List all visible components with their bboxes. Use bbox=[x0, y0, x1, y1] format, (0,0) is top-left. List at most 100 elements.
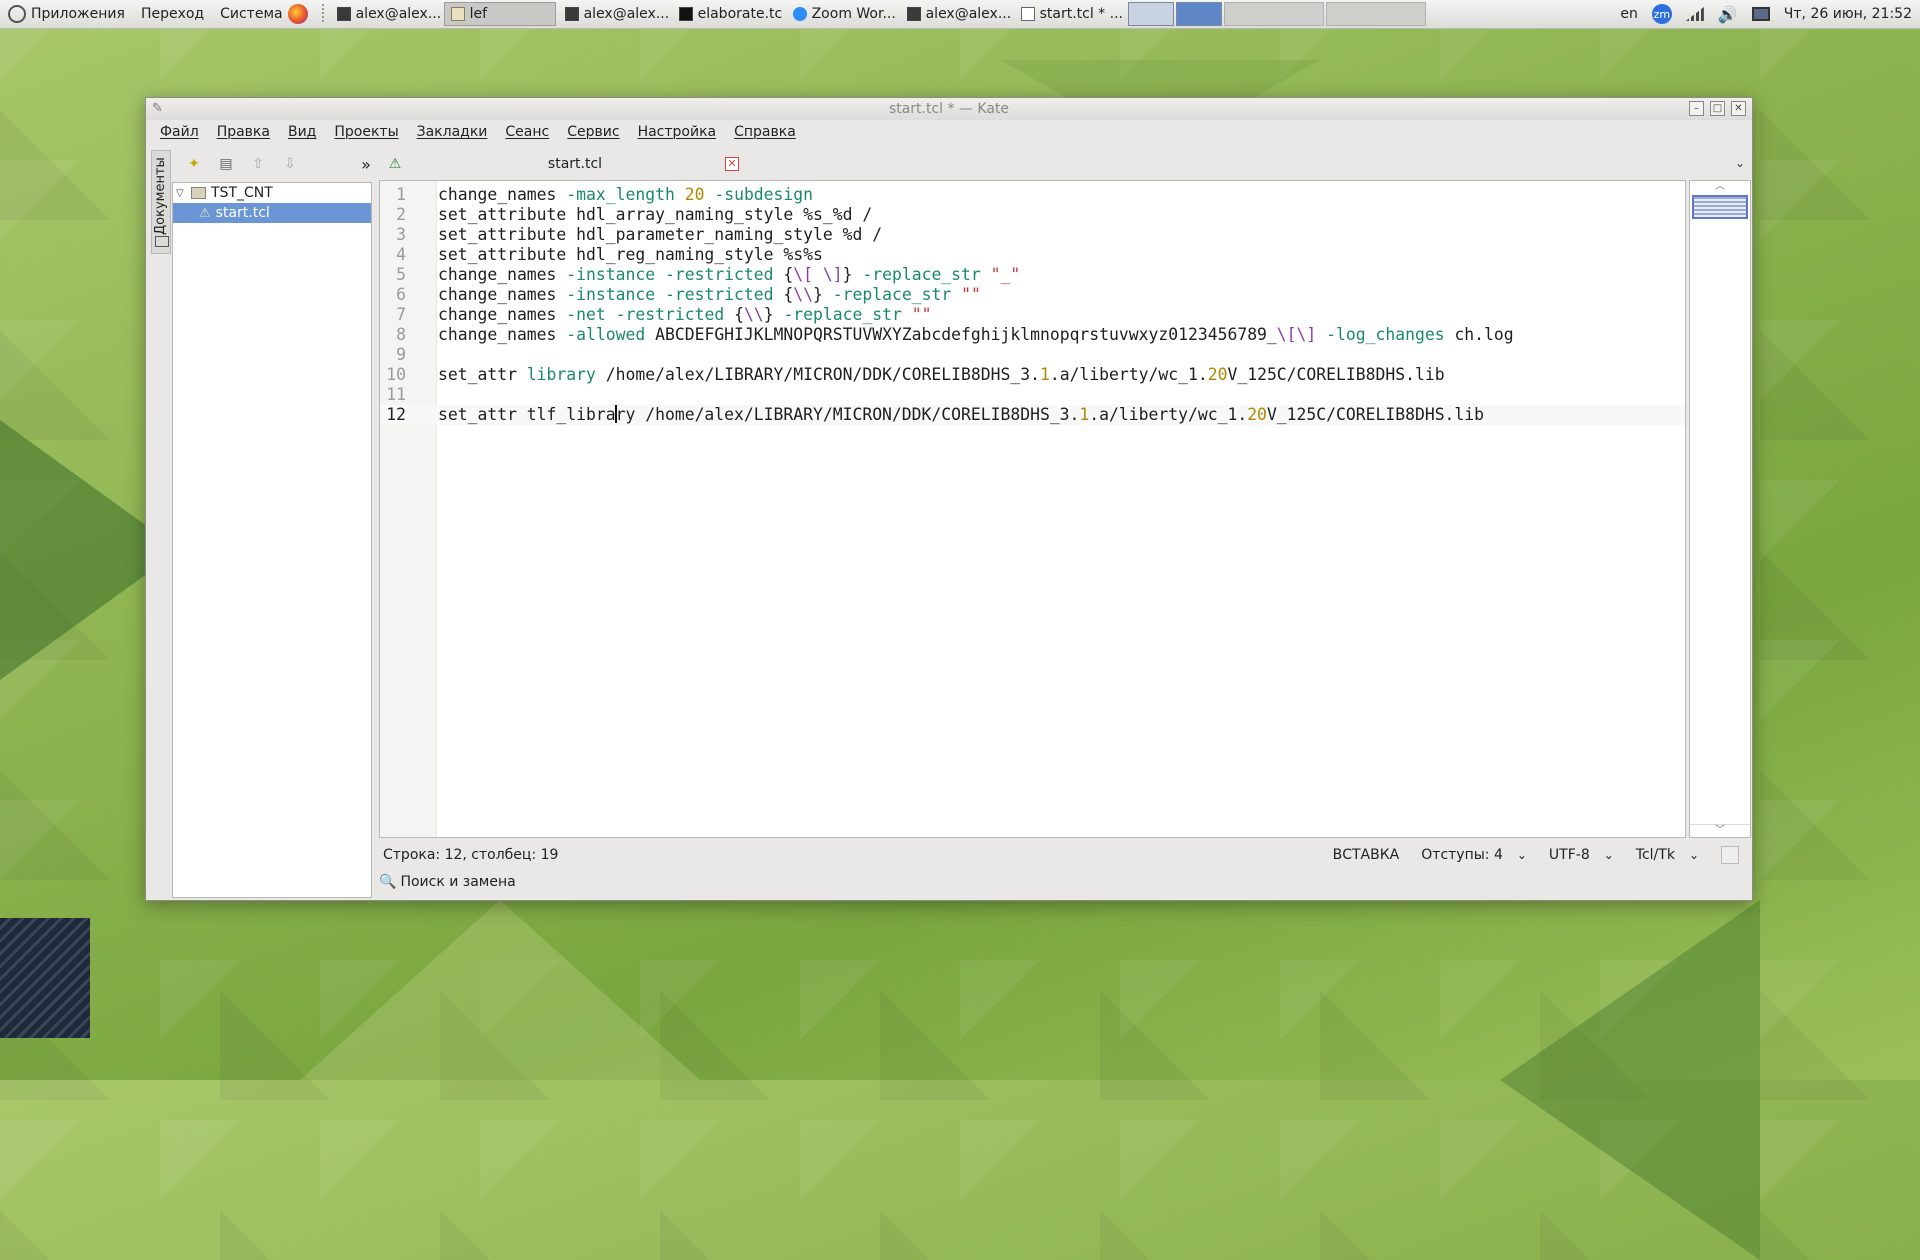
code-line[interactable]: 10 set_attr library /home/alex/LIBRARY/MI… bbox=[380, 365, 1685, 385]
encoding-dropdown[interactable]: UTF-8 bbox=[1549, 847, 1614, 863]
keyboard-layout-indicator[interactable]: en bbox=[1620, 6, 1638, 22]
documents-sidebar-tab[interactable]: Документы bbox=[151, 150, 171, 254]
indentation-dropdown[interactable]: Отступы: 4 bbox=[1421, 847, 1527, 863]
search-replace-button[interactable]: 🔍 Поиск и замена bbox=[379, 871, 516, 893]
scrollbar-minimap[interactable]: ︿ ﹀ bbox=[1689, 180, 1751, 838]
zoom-icon bbox=[792, 7, 807, 21]
workspace-3[interactable] bbox=[1223, 2, 1324, 26]
menu-bookmarks[interactable]: Закладки bbox=[417, 124, 488, 140]
code-line[interactable]: 1 change_names -max_length 20 -subdesign bbox=[380, 185, 1685, 205]
code-token: .a/liberty/wc_1. bbox=[1089, 405, 1248, 424]
modified-file-icon: ⚠ bbox=[199, 205, 211, 221]
expand-arrow-icon[interactable]: ▽ bbox=[176, 188, 186, 199]
code-token: \\ bbox=[743, 305, 764, 324]
workspace-2[interactable] bbox=[1175, 2, 1222, 26]
menu-tools[interactable]: Сервис bbox=[567, 124, 619, 140]
places-menu[interactable]: Переход bbox=[133, 6, 212, 22]
code-line[interactable]: 5 change_names -instance -restricted {\[ … bbox=[380, 265, 1685, 285]
line-number: 11 bbox=[386, 385, 406, 404]
taskbar-item-label: alex@alex... bbox=[583, 6, 670, 22]
code-line[interactable]: 6 change_names -instance -restricted {\\}… bbox=[380, 285, 1685, 305]
code-token: set_attribute hdl_parameter_naming_style… bbox=[438, 225, 883, 244]
toolbar-overflow-icon[interactable]: » bbox=[354, 153, 378, 175]
taskbar-item-lef[interactable]: lef bbox=[443, 2, 556, 26]
code-token: -allowed bbox=[566, 325, 656, 344]
menu-settings[interactable]: Настройка bbox=[638, 124, 717, 140]
code-token: change_names bbox=[438, 185, 567, 204]
save-status-icon[interactable] bbox=[1721, 846, 1739, 864]
taskbar-item-label: alex@alex... bbox=[925, 6, 1012, 22]
code-token: V_125C/CORELIB8DHS.lib bbox=[1227, 365, 1445, 384]
code-line[interactable]: 9 bbox=[380, 345, 1685, 365]
code-line[interactable]: 7 change_names -net -restricted {\\} -rep… bbox=[380, 305, 1685, 325]
workspace-1[interactable] bbox=[1127, 2, 1174, 26]
tree-file-row[interactable]: ⚠ start.tcl bbox=[173, 203, 371, 223]
code-token: "" bbox=[911, 305, 932, 324]
menu-session[interactable]: Сеанс bbox=[505, 124, 549, 140]
cursor-position[interactable]: Строка: 12, столбец: 19 bbox=[383, 847, 558, 863]
menu-help[interactable]: Справка bbox=[734, 124, 796, 140]
minimap-viewport[interactable] bbox=[1692, 195, 1748, 219]
menu-projects[interactable]: Проекты bbox=[334, 124, 398, 140]
code-token: -replace_str bbox=[862, 265, 991, 284]
documents-tab-icon bbox=[155, 236, 169, 247]
code-editor[interactable]: 1 change_names -max_length 20 -subdesign 2… bbox=[379, 180, 1686, 838]
scroll-up-icon[interactable]: ︿ bbox=[1690, 181, 1750, 193]
system-menu[interactable]: Система bbox=[212, 4, 315, 24]
code-token: -instance -restricted bbox=[566, 285, 784, 304]
volume-icon[interactable]: 🔊 bbox=[1718, 5, 1738, 24]
code-token: set_attr bbox=[438, 365, 527, 384]
line-number: 3 bbox=[396, 225, 406, 244]
code-token: 20 bbox=[1207, 365, 1228, 384]
minimize-button[interactable]: – bbox=[1689, 101, 1704, 116]
scroll-down-icon[interactable]: ﹀ bbox=[1690, 824, 1750, 837]
code-line[interactable]: 2 set_attribute hdl_array_naming_style %s… bbox=[380, 205, 1685, 225]
menu-view[interactable]: Вид bbox=[288, 124, 316, 140]
code-text: change_names -net -restricted {\\} -repl… bbox=[438, 305, 931, 325]
tab-start-tcl[interactable]: start.tcl ✕ bbox=[405, 151, 745, 177]
new-document-icon[interactable]: ✦ bbox=[182, 153, 206, 175]
code-token: 1 bbox=[1079, 405, 1090, 424]
tab-list-chevron-icon[interactable]: ⌄ bbox=[1735, 156, 1745, 170]
taskbar-item-label: elaborate.tcl bbox=[697, 6, 784, 22]
taskbar-item-terminal-2[interactable]: alex@alex... bbox=[558, 2, 670, 26]
network-signal-icon[interactable] bbox=[1685, 7, 1704, 21]
menu-file[interactable]: Файл bbox=[160, 124, 199, 140]
taskbar-item-kate[interactable]: start.tcl * ... bbox=[1014, 2, 1126, 26]
taskbar-item-elaborate[interactable]: elaborate.tcl bbox=[672, 2, 784, 26]
code-line[interactable]: 8 change_names -allowed ABCDEFGHIJKLMNOPQ… bbox=[380, 325, 1685, 345]
open-document-icon[interactable]: ▤ bbox=[214, 153, 238, 175]
code-line[interactable]: 3 set_attribute hdl_parameter_naming_styl… bbox=[380, 225, 1685, 245]
code-token: ch.log bbox=[1454, 325, 1514, 344]
close-button[interactable]: ✕ bbox=[1731, 101, 1746, 116]
taskbar-item-terminal-1[interactable]: alex@alex... bbox=[330, 2, 442, 26]
status-bar-right: ВСТАВКА Отступы: 4 UTF-8 Tcl/Tk bbox=[1333, 846, 1751, 864]
applications-menu[interactable]: Приложения bbox=[0, 5, 133, 23]
window-titlebar[interactable]: ✎ start.tcl * — Kate – □ ✕ bbox=[146, 98, 1752, 120]
display-icon[interactable] bbox=[1751, 7, 1770, 21]
code-line[interactable]: 11 bbox=[380, 385, 1685, 405]
taskbar-item-zoom[interactable]: Zoom Wor... bbox=[786, 2, 898, 26]
window-menu-icon[interactable]: ✎ bbox=[152, 101, 163, 116]
maximize-button[interactable]: □ bbox=[1710, 101, 1725, 116]
syntax-mode-dropdown[interactable]: Tcl/Tk bbox=[1636, 847, 1699, 863]
zoom-tray-icon[interactable]: zm bbox=[1651, 4, 1672, 24]
code-token: -max_length bbox=[566, 185, 685, 204]
code-token: .a/liberty/wc_1. bbox=[1049, 365, 1208, 384]
code-line[interactable]: 12 set_attr tlf_library /home/alex/LIBRAR… bbox=[380, 405, 1685, 425]
workspace-4[interactable] bbox=[1325, 2, 1426, 26]
previous-document-icon[interactable]: ⇧ bbox=[246, 153, 270, 175]
terminal-icon bbox=[678, 7, 693, 21]
code-line[interactable]: 4 set_attribute hdl_reg_naming_style %s%s bbox=[380, 245, 1685, 265]
code-token: } bbox=[813, 285, 833, 304]
line-number: 8 bbox=[396, 325, 406, 344]
input-mode[interactable]: ВСТАВКА bbox=[1333, 847, 1400, 863]
clock[interactable]: Чт, 26 июн, 21:52 bbox=[1784, 6, 1912, 22]
close-tab-icon[interactable]: ✕ bbox=[725, 157, 739, 171]
terminal-icon bbox=[564, 7, 579, 21]
firefox-launcher-icon[interactable] bbox=[287, 4, 308, 24]
menu-edit[interactable]: Правка bbox=[217, 124, 270, 140]
taskbar-item-terminal-3[interactable]: alex@alex... bbox=[900, 2, 1012, 26]
tree-folder-row[interactable]: ▽ TST_CNT bbox=[173, 183, 371, 203]
next-document-icon[interactable]: ⇩ bbox=[278, 153, 302, 175]
